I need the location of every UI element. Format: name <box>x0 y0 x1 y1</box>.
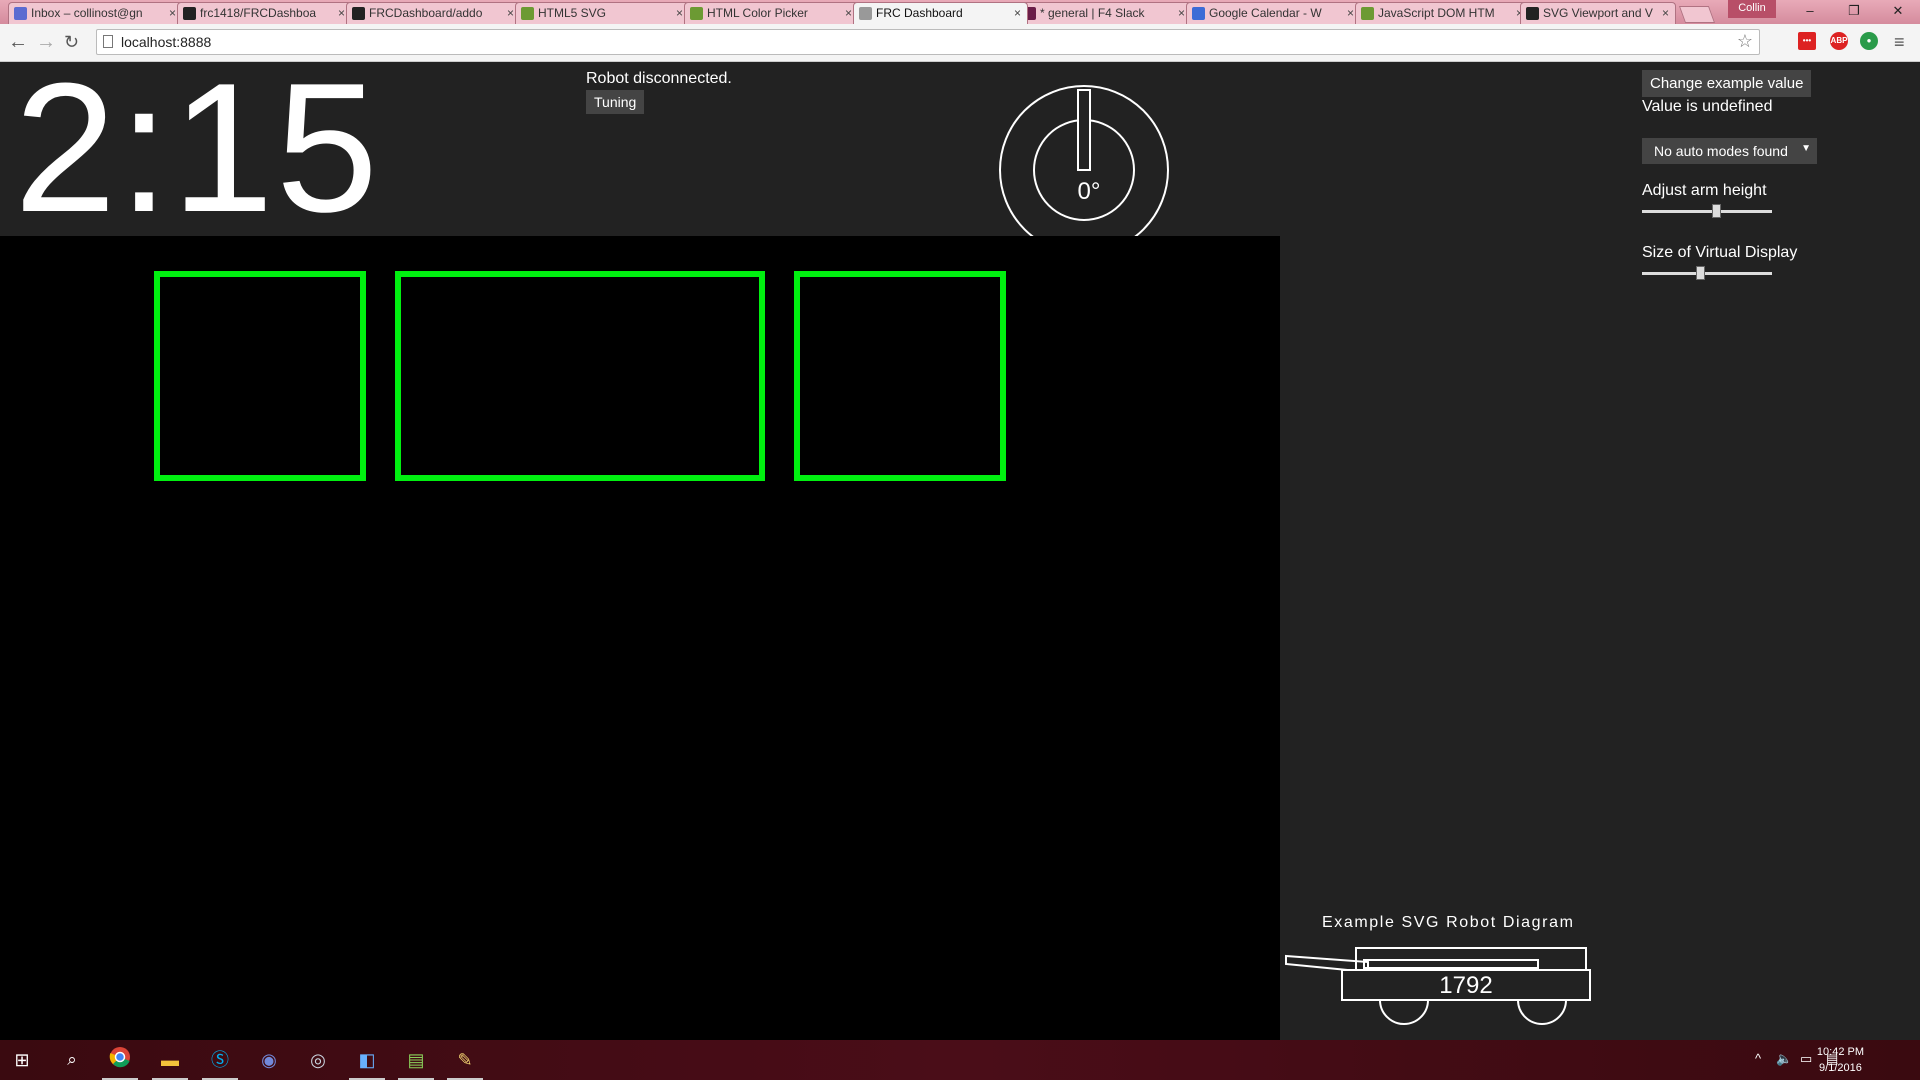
visual-studio-icon[interactable]: ◧ <box>353 1046 381 1074</box>
restore-icon[interactable]: ❐ <box>1832 0 1876 22</box>
robot-wheel-left <box>1379 999 1429 1025</box>
vision-target-box <box>794 271 1006 481</box>
taskbar: ⊞ ⌕ ▬ Ⓢ ◉ ◎ ◧ ▤ ✎ ^ 🔈 ▭ ▤ 10:42 PM 9/1/2… <box>0 1040 1920 1080</box>
tab-title: JavaScript DOM HTM <box>1378 6 1495 20</box>
gyro-arm <box>1077 89 1091 171</box>
arm-height-track <box>1642 210 1772 213</box>
taskbar-clock[interactable]: 10:42 PM 9/1/2016 <box>1817 1044 1864 1076</box>
tab-close-icon[interactable]: × <box>845 3 852 24</box>
tray-expand-icon[interactable]: ^ <box>1755 1051 1761 1066</box>
tab-title: Google Calendar - W <box>1209 6 1322 20</box>
tab-close-icon[interactable]: × <box>1014 3 1021 24</box>
browser-tab[interactable]: Google Calendar - W × <box>1186 2 1361 24</box>
gmail-icon <box>14 7 27 20</box>
virtual-display-slider[interactable] <box>1642 266 1772 280</box>
gyro-angle-label: 0° <box>1078 178 1101 205</box>
tab-title: frc1418/FRCDashboa <box>200 6 317 20</box>
file-explorer-icon[interactable]: ▬ <box>156 1046 184 1074</box>
gyro-indicator: 0° <box>999 85 1169 236</box>
tab-title: HTML5 SVG <box>538 6 607 20</box>
robot-inner-rail <box>1363 959 1539 969</box>
tab-title: FRCDashboard/addo <box>369 6 483 20</box>
menu-icon[interactable]: ≡ <box>1894 30 1905 54</box>
bookmark-star-icon[interactable]: ☆ <box>1737 31 1753 52</box>
discord-icon[interactable]: ◉ <box>255 1046 283 1074</box>
jenkov-icon <box>1526 7 1539 20</box>
team-number: 1792 <box>1439 972 1492 999</box>
tab-title: SVG Viewport and V <box>1543 6 1653 20</box>
tab-close-icon[interactable]: × <box>169 3 176 24</box>
tab-close-icon[interactable]: × <box>507 3 514 24</box>
close-window-icon[interactable]: ✕ <box>1876 0 1920 22</box>
vision-target-box <box>395 271 765 481</box>
vision-target-box <box>154 271 366 481</box>
arm-height-label: Adjust arm height <box>1642 182 1767 199</box>
extension-lastpass-icon[interactable]: ••• <box>1798 32 1816 50</box>
window-controls: – ❐ ✕ <box>1788 0 1920 22</box>
tab-close-icon[interactable]: × <box>1347 3 1354 24</box>
w3schools-icon <box>690 7 703 20</box>
browser-tab[interactable]: frc1418/FRCDashboa × <box>177 2 352 24</box>
search-icon[interactable]: ⌕ <box>58 1046 86 1074</box>
page-icon <box>859 7 872 20</box>
robot-diagram-title: Example SVG Robot Diagram <box>1322 914 1575 931</box>
change-example-value-button[interactable]: Change example value <box>1642 70 1812 97</box>
clock-date: 9/1/2016 <box>1819 1062 1862 1074</box>
paint-icon[interactable]: ✎ <box>451 1046 479 1074</box>
minimize-icon[interactable]: – <box>1788 0 1832 22</box>
new-tab-button[interactable] <box>1678 6 1716 23</box>
virtual-display-track <box>1642 272 1772 275</box>
match-timer: 2:15 <box>14 44 381 250</box>
notepad-icon[interactable]: ▤ <box>402 1046 430 1074</box>
browser-tab[interactable]: Inbox – collinost@gn × <box>8 2 183 24</box>
profile-badge[interactable]: Collin <box>1728 0 1776 18</box>
tab-title: HTML Color Picker <box>707 6 808 20</box>
browser-tab[interactable]: SVG Viewport and V × <box>1520 2 1676 24</box>
browser-tab[interactable]: FRC Dashboard × <box>853 2 1028 24</box>
robot-diagram: 1792 <box>1285 947 1591 1025</box>
tab-title: FRC Dashboard <box>876 6 963 20</box>
browser-tab[interactable]: JavaScript DOM HTM× <box>1355 2 1530 24</box>
adblock-icon[interactable]: ABP <box>1830 32 1848 50</box>
tab-close-icon[interactable]: × <box>676 3 683 24</box>
tab-close-icon[interactable]: × <box>1178 3 1185 24</box>
chrome-icon[interactable] <box>106 1046 134 1074</box>
arm-height-slider[interactable] <box>1642 204 1772 218</box>
browser-tab[interactable]: * general | F4 Slack × <box>1017 2 1192 24</box>
skype-icon[interactable]: Ⓢ <box>206 1046 234 1074</box>
arm-height-thumb[interactable] <box>1712 204 1722 218</box>
browser-tab[interactable]: HTML5 SVG × <box>515 2 690 24</box>
tab-title: Inbox – collinost@gn <box>31 6 143 20</box>
auto-mode-selected: No auto modes found <box>1654 143 1788 159</box>
virtual-display-thumb[interactable] <box>1696 266 1706 280</box>
calendar-icon <box>1192 7 1205 20</box>
extension-shield-icon[interactable]: ● <box>1860 32 1878 50</box>
robot-wheel-right <box>1517 999 1567 1025</box>
tab-close-icon[interactable]: × <box>338 3 345 24</box>
w3schools-icon <box>1361 7 1374 20</box>
tab-title: * general | F4 Slack <box>1040 6 1145 20</box>
tuning-button[interactable]: Tuning <box>586 90 645 114</box>
w3schools-icon <box>521 7 534 20</box>
network-icon[interactable]: ▭ <box>1800 1051 1812 1067</box>
steam-icon[interactable]: ◎ <box>304 1046 332 1074</box>
clock-time: 10:42 PM <box>1816 1046 1864 1058</box>
github-icon <box>352 7 365 20</box>
browser-tab[interactable]: HTML Color Picker × <box>684 2 859 24</box>
virtual-display-label: Size of Virtual Display <box>1642 244 1798 261</box>
windows-start-icon[interactable]: ⊞ <box>8 1046 36 1074</box>
camera-feed <box>0 236 1280 1040</box>
chevron-down-icon: ▼ <box>1801 143 1811 154</box>
tab-strip: Inbox – collinost@gn × frc1418/FRCDashboa ×… <box>0 0 1920 24</box>
auto-mode-select[interactable]: No auto modes found ▼ <box>1642 138 1817 164</box>
tab-close-icon[interactable]: × <box>1662 3 1669 24</box>
example-value-text: Value is undefined <box>1642 98 1773 115</box>
github-icon <box>183 7 196 20</box>
browser-tab[interactable]: FRCDashboard/addo × <box>346 2 521 24</box>
robot-state: Robot disconnected. <box>586 70 732 87</box>
volume-icon[interactable]: 🔈 <box>1776 1051 1792 1067</box>
